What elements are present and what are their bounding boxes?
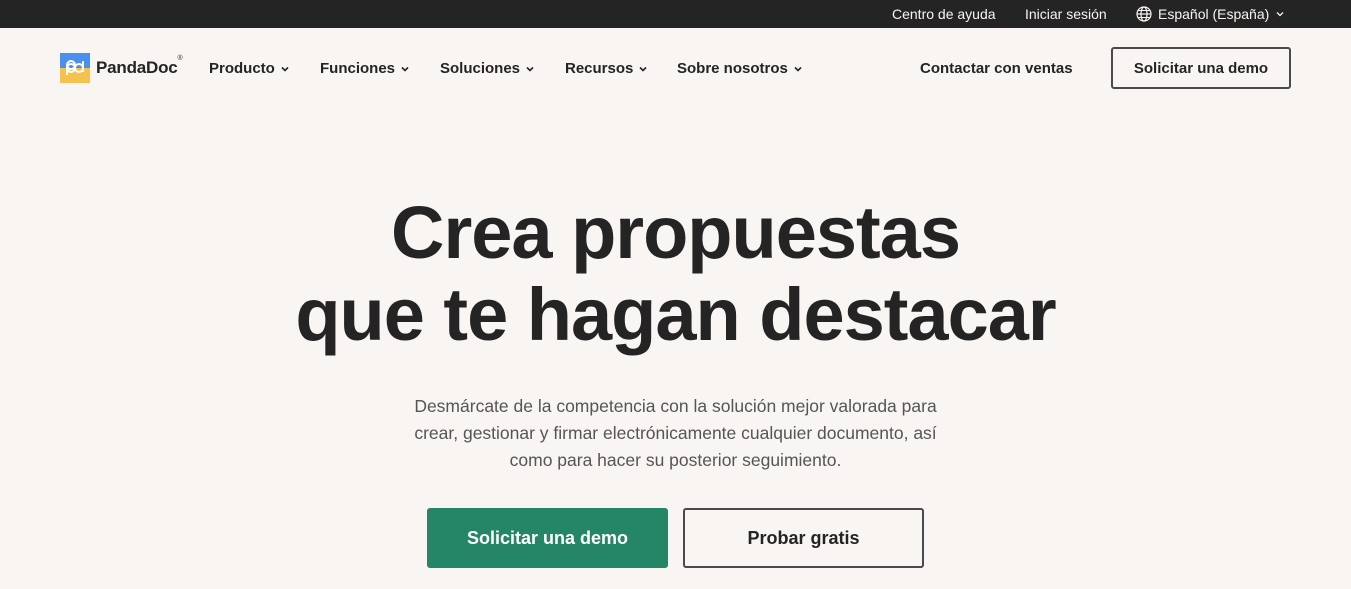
- chevron-down-icon: [526, 66, 534, 72]
- request-demo-button[interactable]: Solicitar una demo: [427, 508, 668, 568]
- login-link[interactable]: Iniciar sesión: [1025, 6, 1107, 22]
- hero-subtitle-line-1: Desmárcate de la competencia con la solu…: [414, 396, 937, 416]
- pandadoc-logo[interactable]: PandaDoc®: [60, 53, 183, 83]
- hero-subtitle-line-2: crear, gestionar y firmar electrónicamen…: [414, 423, 937, 443]
- chevron-down-icon: [281, 66, 289, 72]
- request-demo-nav-button[interactable]: Solicitar una demo: [1111, 47, 1291, 89]
- utility-bar: Centro de ayuda Iniciar sesión Español (…: [0, 0, 1351, 28]
- nav-item-funciones[interactable]: Funciones: [320, 60, 410, 77]
- nav-item-soluciones[interactable]: Soluciones: [440, 60, 535, 77]
- hero-title: Crea propuestas que te hagan destacar: [0, 192, 1351, 356]
- nav-item-label: Recursos: [565, 60, 634, 77]
- hero-subtitle: Desmárcate de la competencia con la solu…: [350, 393, 1001, 474]
- chevron-down-icon: [639, 66, 647, 72]
- registered-mark: ®: [177, 55, 183, 62]
- logo-mark-icon: [60, 53, 90, 83]
- nav-item-label: Funciones: [320, 60, 396, 77]
- chevron-down-icon: [794, 66, 802, 72]
- help-center-link[interactable]: Centro de ayuda: [892, 6, 996, 22]
- nav-item-label: Producto: [209, 60, 275, 77]
- main-navigation: PandaDoc® Producto Funciones Soluciones …: [0, 28, 1351, 110]
- nav-item-sobre-nosotros[interactable]: Sobre nosotros: [677, 60, 803, 77]
- nav-item-producto[interactable]: Producto: [209, 60, 290, 77]
- chevron-down-icon: [401, 66, 409, 72]
- globe-icon: [1136, 6, 1152, 22]
- language-selector[interactable]: Español (España): [1136, 6, 1285, 22]
- logo-text: PandaDoc®: [96, 55, 183, 77]
- nav-item-label: Soluciones: [440, 60, 521, 77]
- nav-item-recursos[interactable]: Recursos: [565, 60, 648, 77]
- nav-item-label: Sobre nosotros: [677, 60, 788, 77]
- try-free-button[interactable]: Probar gratis: [683, 508, 924, 568]
- language-label: Español (España): [1158, 6, 1270, 22]
- chevron-down-icon: [1275, 9, 1285, 19]
- contact-sales-link[interactable]: Contactar con ventas: [920, 60, 1073, 77]
- hero-subtitle-line-3: como para hacer su posterior seguimiento…: [509, 450, 842, 470]
- hero-title-line-2: que te hagan destacar: [295, 273, 1056, 356]
- hero-title-line-1: Crea propuestas: [391, 191, 961, 274]
